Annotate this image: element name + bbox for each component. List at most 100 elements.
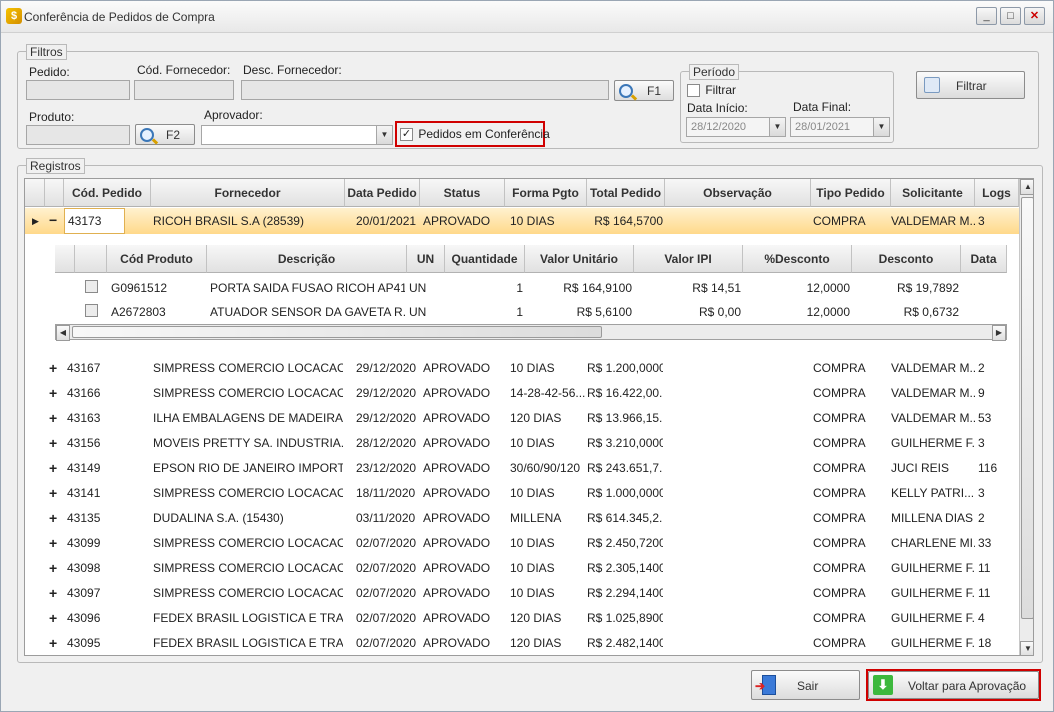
main-window: $ Conferência de Pedidos de Compra _ □ ✕… (0, 0, 1054, 712)
f2-search-button[interactable]: F2 (135, 124, 195, 145)
detail-horizontal-scrollbar[interactable]: ◀ ▶ (55, 324, 1007, 341)
table-row[interactable]: +43166 SIMPRESS COMERCIO LOCACAO... 29/12/… (25, 381, 1019, 406)
col-logs[interactable]: Logs (975, 179, 1019, 207)
table-row[interactable]: +43156 MOVEIS PRETTY SA. INDUSTRIA... 28/1… (25, 431, 1019, 456)
table-row[interactable]: +43167 SIMPRESS COMERCIO LOCACAO... 29/12/… (25, 356, 1019, 381)
voltar-aprovacao-button[interactable]: ⬇ Voltar para Aprovação (868, 671, 1039, 699)
scroll-thumb[interactable] (1021, 197, 1033, 619)
table-row[interactable]: +43099 SIMPRESS COMERCIO LOCACAO... 02/07/… (25, 531, 1019, 556)
chevron-down-icon[interactable]: ▼ (873, 118, 889, 136)
table-row[interactable]: +43096 FEDEX BRASIL LOGISTICA E TRA... 02/… (25, 606, 1019, 631)
filtrar-periodo-checkbox[interactable]: Filtrar (687, 83, 736, 98)
table-row[interactable]: +43141 SIMPRESS COMERCIO LOCACAO... 18/11/… (25, 481, 1019, 506)
checkbox-unchecked-icon[interactable] (85, 304, 98, 317)
checkbox-checked-icon[interactable]: ✓ (400, 128, 413, 142)
cod-fornecedor-input[interactable] (134, 80, 234, 100)
cell-logs: 18 (978, 636, 992, 650)
expand-icon[interactable]: + (49, 484, 57, 502)
table-row[interactable]: +43097 SIMPRESS COMERCIO LOCACAO... 02/07/… (25, 581, 1019, 606)
cell-status: APROVADO (423, 436, 491, 450)
table-row[interactable]: +43135 DUDALINA S.A. (15430) 03/11/2020 APR… (25, 506, 1019, 531)
expand-icon[interactable]: + (49, 609, 57, 627)
cell-data: 02/07/2020 (356, 611, 417, 625)
cell-forma: 10 DIAS (510, 436, 555, 450)
chevron-down-icon[interactable]: ▼ (769, 118, 785, 136)
pedido-input[interactable] (26, 80, 130, 100)
data-final-picker[interactable]: 28/01/2021 ▼ (790, 117, 890, 137)
expand-icon[interactable]: + (49, 634, 57, 652)
col-solicitante[interactable]: Solicitante (891, 179, 975, 207)
filtrar-button[interactable]: Filtrar (916, 71, 1025, 99)
sub-col-valor-unitario[interactable]: Valor Unitário (525, 245, 634, 273)
table-row[interactable]: +43098 SIMPRESS COMERCIO LOCACAO... 02/07/… (25, 556, 1019, 581)
col-fornecedor[interactable]: Fornecedor (151, 179, 345, 207)
table-row[interactable]: +43149 EPSON RIO DE JANEIRO IMPORT... 23/1… (25, 456, 1019, 481)
cell-cod-pedido[interactable]: 43173 (64, 208, 125, 234)
sub-col-cod-produto[interactable]: Cód Produto (107, 245, 207, 273)
cell-forma: 10 DIAS (510, 586, 555, 600)
expand-icon[interactable]: + (49, 434, 57, 452)
expand-icon[interactable]: + (49, 534, 57, 552)
app-icon: $ (6, 8, 22, 24)
expand-icon[interactable]: + (49, 384, 57, 402)
expand-icon[interactable]: + (49, 359, 57, 377)
col-status[interactable]: Status (420, 179, 505, 207)
title-bar[interactable]: $ Conferência de Pedidos de Compra _ □ ✕ (1, 1, 1053, 33)
sub-col-quantidade[interactable]: Quantidade (445, 245, 525, 273)
col-data-pedido[interactable]: Data Pedido (345, 179, 420, 207)
cell-forma: 10 DIAS (510, 561, 555, 575)
data-final-label: Data Final: (793, 100, 852, 114)
cell-status: APROVADO (423, 636, 491, 650)
expand-icon[interactable]: + (49, 459, 57, 477)
produto-input[interactable] (26, 125, 130, 145)
aprovador-dropdown[interactable]: ▼ (201, 125, 393, 145)
table-row-selected[interactable]: ▶ − 43173 RICOH BRASIL S.A (28539) 20/01… (25, 208, 1019, 234)
scroll-down-icon[interactable]: ▼ (1020, 641, 1033, 655)
sub-col-desconto[interactable]: Desconto (852, 245, 961, 273)
cell-logs: 11 (978, 561, 991, 575)
expand-icon[interactable]: + (49, 409, 57, 427)
expand-icon[interactable]: + (49, 559, 57, 577)
col-total-pedido[interactable]: Total Pedido (587, 179, 665, 207)
scroll-left-icon[interactable]: ◀ (56, 325, 70, 341)
sair-button[interactable]: ➔ Sair (751, 670, 860, 700)
scroll-thumb[interactable] (72, 326, 602, 338)
chevron-down-icon[interactable]: ▼ (376, 126, 392, 144)
cell-fornecedor: ILHA EMBALAGENS DE MADEIRA... (153, 411, 343, 425)
scroll-right-icon[interactable]: ▶ (992, 325, 1006, 341)
col-forma-pgto[interactable]: Forma Pgto (505, 179, 587, 207)
close-icon[interactable]: ✕ (1024, 7, 1045, 25)
sub-col-data[interactable]: Data (961, 245, 1007, 273)
cell-data: 29/12/2020 (356, 411, 417, 425)
scroll-up-icon[interactable]: ▲ (1020, 179, 1033, 195)
cell-forma: MILLENA (510, 511, 562, 525)
pedidos-conferencia-checkbox[interactable]: ✓ Pedidos em Conferência (400, 127, 550, 142)
checkbox-unchecked-icon[interactable] (85, 280, 98, 293)
checkbox-unchecked-icon[interactable] (687, 84, 700, 98)
expand-icon[interactable]: + (49, 509, 57, 527)
sub-col-pdesconto[interactable]: %Desconto (743, 245, 852, 273)
cell-forma: 10 DIAS (510, 486, 555, 500)
sub-row[interactable]: A2672803 ATUADOR SENSOR DA GAVETA R... U… (55, 301, 1007, 325)
table-row[interactable]: +43163 ILHA EMBALAGENS DE MADEIRA... 29/12… (25, 406, 1019, 431)
maximize-icon[interactable]: □ (1000, 7, 1021, 25)
sub-row[interactable]: G0961512 PORTA SAIDA FUSAO RICOH AP41...… (55, 277, 1007, 301)
col-tipo-pedido[interactable]: Tipo Pedido (811, 179, 891, 207)
cell-cod: 43097 (67, 586, 101, 600)
grid-vertical-scrollbar[interactable]: ▲ ▼ (1019, 179, 1033, 655)
f1-search-button[interactable]: F1 (614, 80, 674, 101)
col-observacao[interactable]: Observação (665, 179, 811, 207)
collapse-icon[interactable]: − (49, 211, 57, 229)
desc-fornecedor-input[interactable] (241, 80, 609, 100)
sub-col-un[interactable]: UN (407, 245, 445, 273)
data-inicio-picker[interactable]: 28/12/2020 ▼ (686, 117, 786, 137)
sub-col-valor-ipi[interactable]: Valor IPI (634, 245, 743, 273)
cell-tipo: COMPRA (813, 486, 866, 500)
sub-col-descricao[interactable]: Descrição (207, 245, 407, 273)
search-icon (140, 127, 154, 142)
expand-icon[interactable]: + (49, 584, 57, 602)
col-cod-pedido[interactable]: Cód. Pedido (64, 179, 151, 207)
minimize-icon[interactable]: _ (976, 7, 997, 25)
table-row[interactable]: +43095 FEDEX BRASIL LOGISTICA E TRA... 02/… (25, 631, 1019, 655)
download-arrow-icon: ⬇ (873, 675, 893, 695)
